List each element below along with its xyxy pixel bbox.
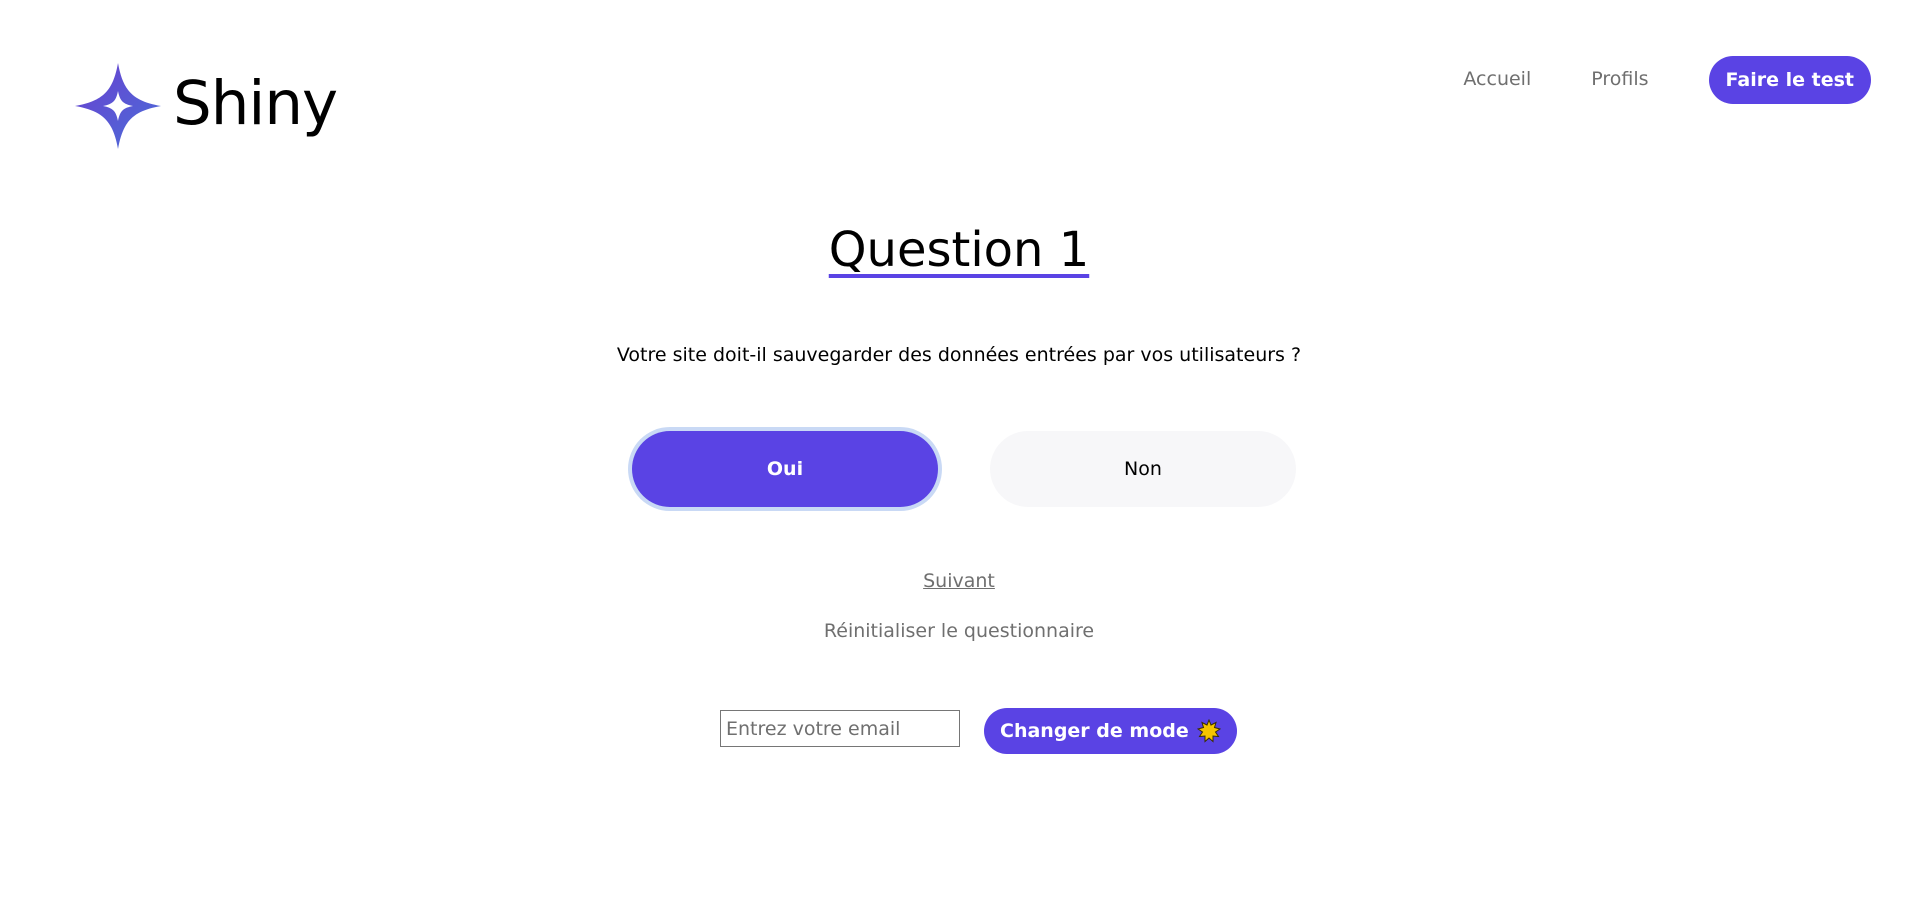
- question-title: Question 1: [0, 220, 1918, 280]
- nav-link-home[interactable]: Accueil: [1463, 68, 1531, 90]
- logo-text: Shiny: [173, 67, 338, 139]
- answer-no-button[interactable]: Non: [990, 431, 1296, 507]
- logo-link[interactable]: Shiny: [75, 63, 338, 149]
- star-logo-icon: [75, 63, 161, 149]
- email-input[interactable]: [720, 710, 960, 747]
- take-test-button[interactable]: Faire le test: [1708, 56, 1871, 104]
- sun-icon: [1196, 719, 1221, 743]
- next-link[interactable]: Suivant: [923, 570, 995, 592]
- question-title-text: Question 1: [828, 222, 1090, 278]
- toggle-mode-label: Changer de mode: [1000, 720, 1189, 742]
- page: Shiny Accueil Profils Faire le test Ques…: [0, 0, 1918, 897]
- reset-questionnaire-link[interactable]: Réinitialiser le questionnaire: [0, 620, 1918, 642]
- toggle-mode-button[interactable]: Changer de mode: [984, 708, 1237, 754]
- main-nav: Accueil Profils Faire le test: [1463, 56, 1871, 104]
- next-container: Suivant: [0, 570, 1918, 592]
- answer-yes-button[interactable]: Oui: [632, 431, 938, 507]
- nav-link-profiles[interactable]: Profils: [1591, 68, 1648, 90]
- question-text: Votre site doit-il sauvegarder des donné…: [616, 344, 1302, 366]
